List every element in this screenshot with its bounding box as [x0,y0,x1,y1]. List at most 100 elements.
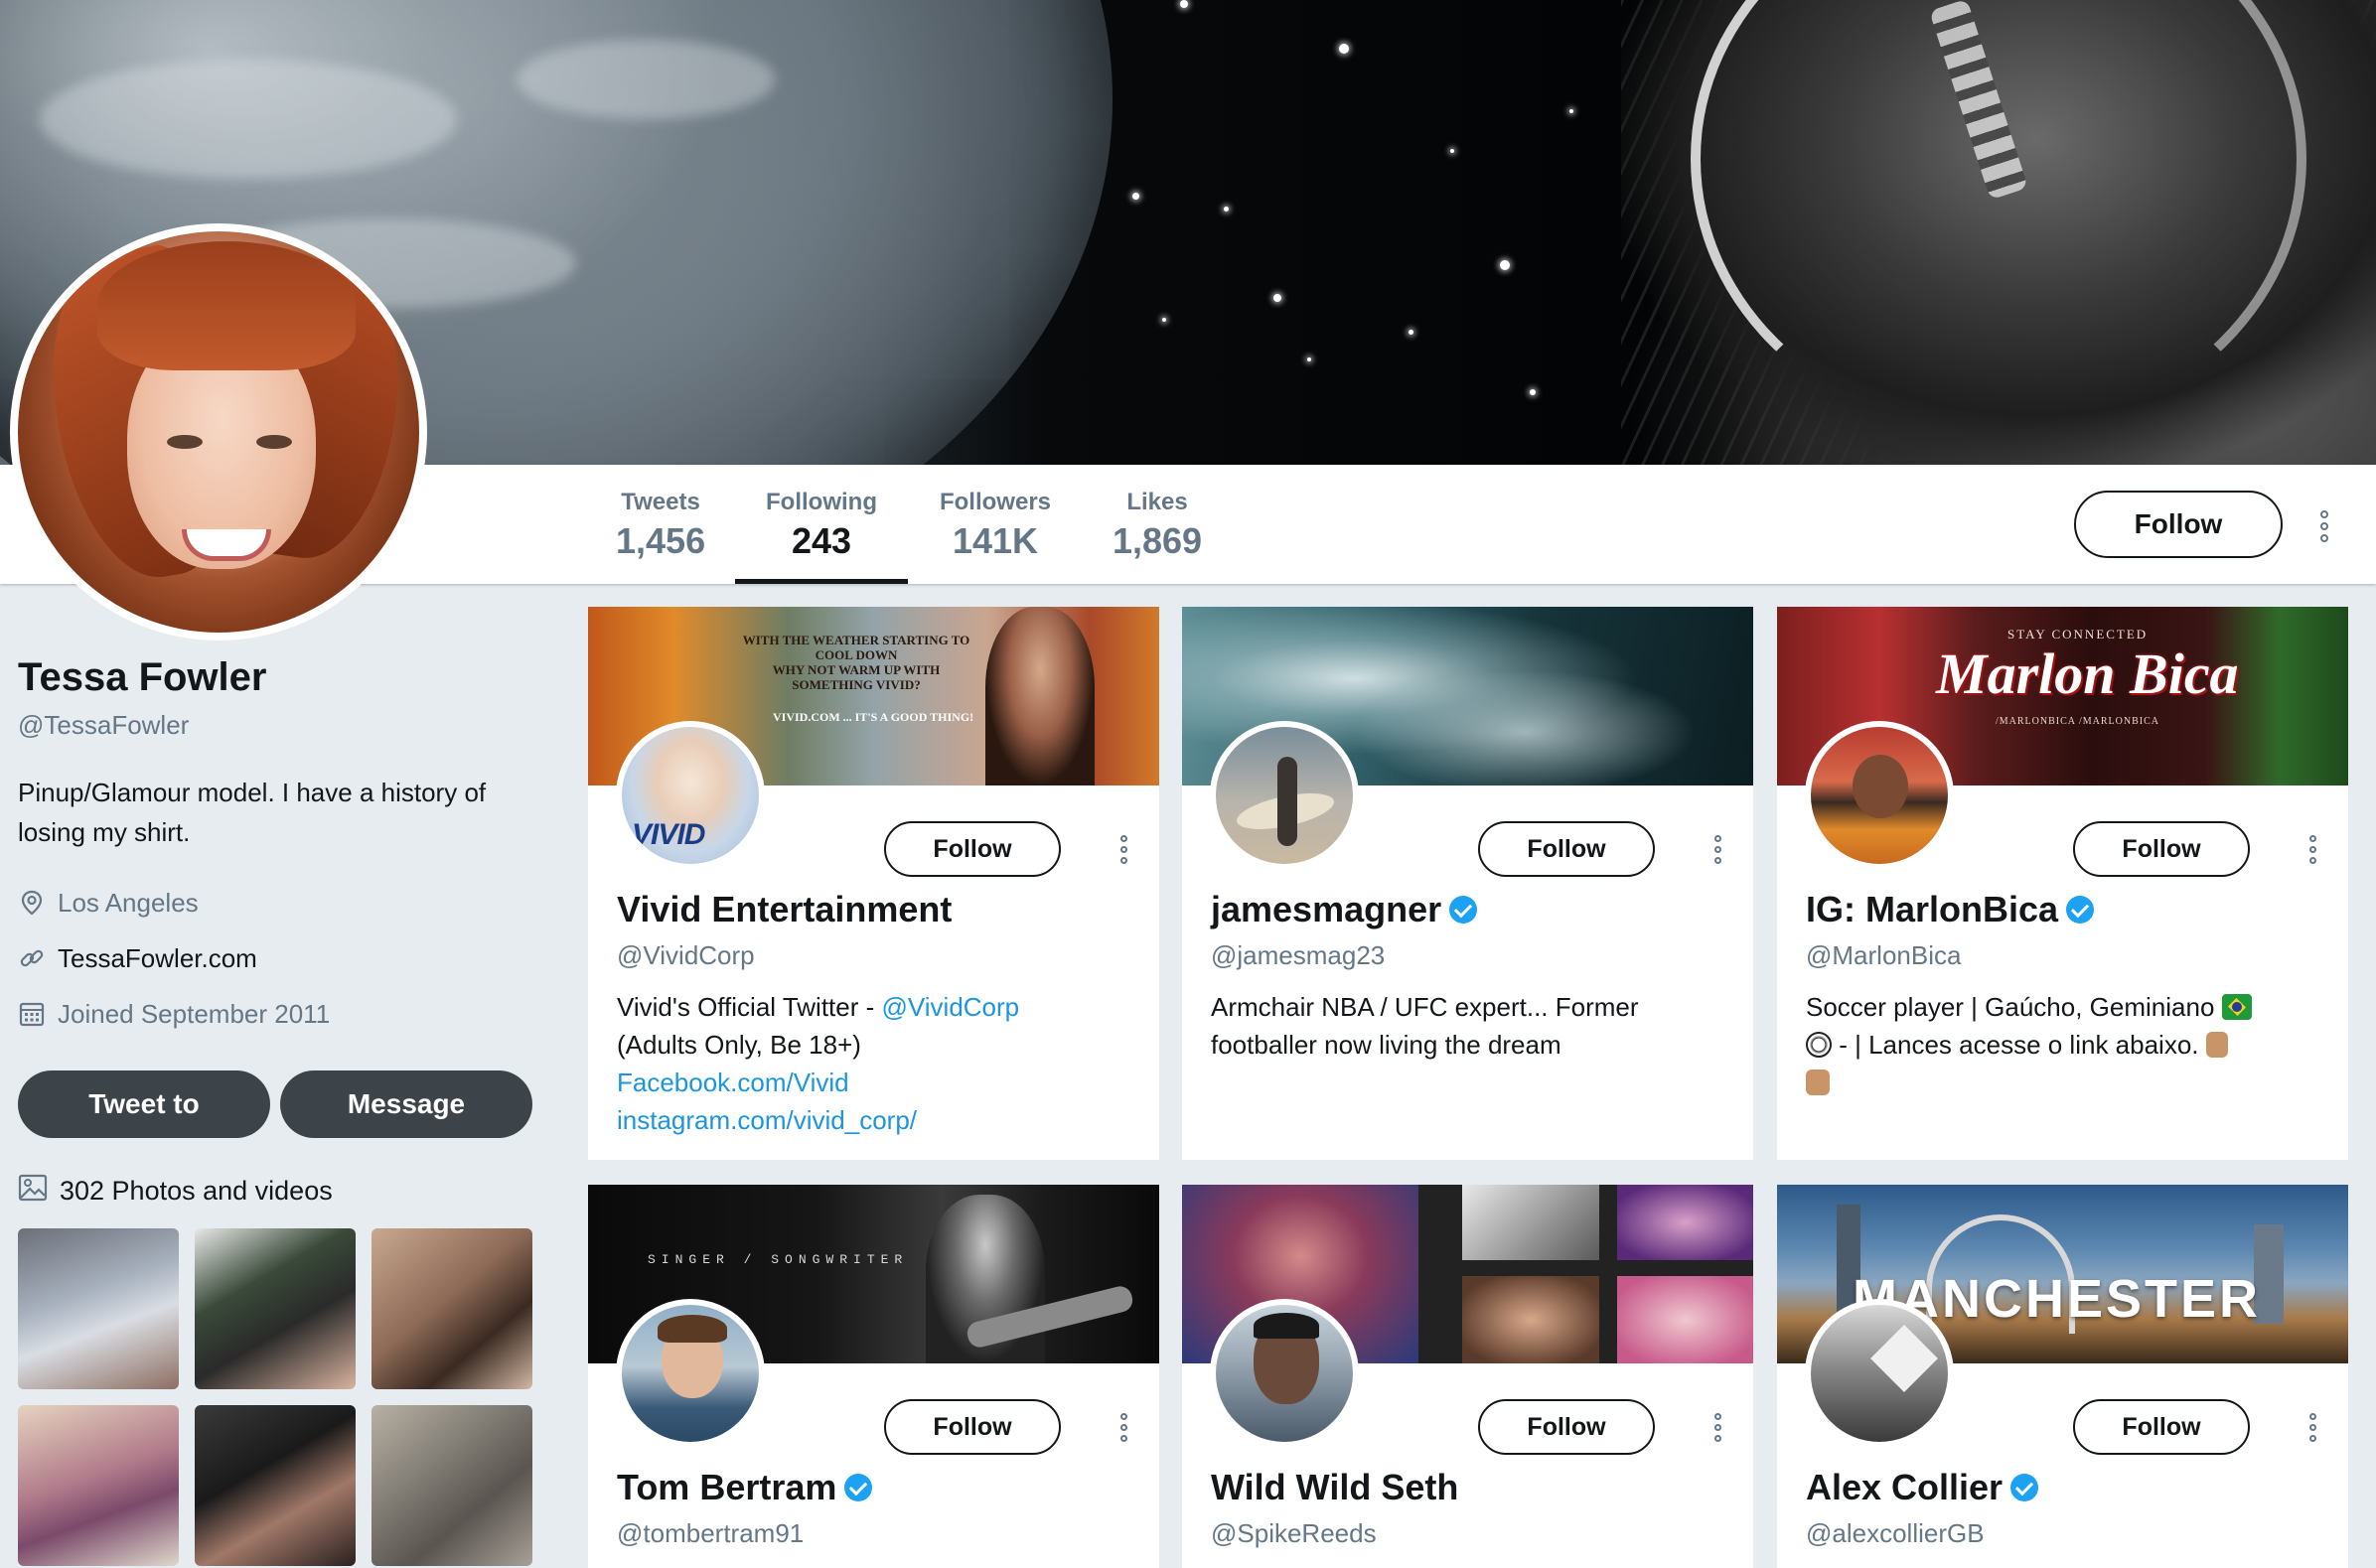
user-card-marlonbica[interactable]: STAY CONNECTED Marlon Bica /MARLONBICA /… [1777,607,2348,1160]
card-follow-button[interactable]: Follow [1478,821,1655,877]
verified-icon [2066,896,2095,924]
card-bio-mention[interactable]: @VividCorp [882,992,1020,1022]
more-icon[interactable] [2309,1413,2317,1442]
profile-name[interactable]: Tessa Fowler [18,655,554,700]
joined-text: Joined September 2011 [58,998,331,1029]
banner-star [1530,389,1536,395]
stat-value: 141K [952,520,1039,561]
card-bio: Soccer player | Gaúcho, Geminiano - | La… [1806,988,2322,1101]
photo-thumbnail[interactable] [195,1405,356,1566]
banner-text: SINGER / SONGWRITER [648,1252,909,1267]
banner-text: WHY NOT WARM UP WITH SOMETHING VIVID? [772,662,941,692]
follow-button[interactable]: Follow [2074,491,2283,558]
message-button[interactable]: Message [280,1070,532,1138]
profile-bio: Pinup/Glamour model. I have a history of… [18,778,487,847]
card-follow-button[interactable]: Follow [884,1399,1061,1455]
card-handle[interactable]: @alexcollierGB [1806,1518,1985,1549]
stat-label: Tweets [621,489,700,515]
photo-thumbnail[interactable] [18,1405,179,1566]
photo-grid [18,1228,554,1566]
user-card-spikereeds[interactable]: Follow Wild Wild Seth @SpikeReeds [1182,1185,1753,1568]
profile-avatar[interactable] [10,223,427,641]
card-bio-link[interactable]: instagram.com/vivid_corp/ [617,1105,917,1135]
banner-collage-tile [1462,1276,1599,1363]
photos-header[interactable]: 302 Photos and videos [18,1174,554,1209]
banner-star [1500,260,1510,270]
card-handle[interactable]: @MarlonBica [1806,940,1961,971]
more-icon[interactable] [1714,835,1722,864]
stat-following[interactable]: Following 243 [735,489,908,584]
card-name[interactable]: Wild Wild Seth [1211,1467,1458,1508]
website-link[interactable]: TessaFowler.com [58,943,257,974]
tweet-to-button[interactable]: Tweet to [18,1070,270,1138]
verified-icon [1449,896,1478,924]
card-name-text: IG: MarlonBica [1806,889,2059,929]
card-avatar[interactable] [616,1299,765,1448]
banner-star [1339,44,1349,54]
card-name[interactable]: Tom Bertram [617,1467,873,1508]
user-card-vividcorp[interactable]: WITH THE WEATHER STARTING TO COOL DOWN W… [588,607,1159,1160]
card-bio-text: Soccer player | Gaúcho, Geminiano [1806,992,2215,1022]
banner-star [1132,193,1139,200]
profile-website: TessaFowler.com [18,937,554,979]
more-icon[interactable] [1714,1413,1722,1442]
card-avatar[interactable] [1210,1299,1359,1448]
card-handle[interactable]: @tombertram91 [617,1518,804,1549]
user-card-jamesmag23[interactable]: Follow jamesmagner @jamesmag23 Armchair … [1182,607,1753,1160]
card-follow-button[interactable]: Follow [1478,1399,1655,1455]
stat-value: 243 [791,520,852,561]
banner-star [1450,149,1454,153]
card-name[interactable]: jamesmagner [1211,889,1478,930]
card-handle[interactable]: @jamesmag23 [1211,940,1385,971]
thumbs-up-icon [1806,1069,1830,1095]
banner-star [1162,318,1166,322]
avatar-hair [658,1315,727,1343]
photo-thumbnail[interactable] [18,1228,179,1389]
user-card-tombertram91[interactable]: SINGER / SONGWRITER Follow Tom Bertram @… [588,1185,1159,1568]
stat-label: Likes [1126,489,1188,515]
card-name[interactable]: Vivid Entertainment [617,889,952,930]
card-name-text: jamesmagner [1211,889,1442,929]
card-avatar[interactable]: VIVID [616,721,765,870]
more-icon[interactable] [1120,835,1128,864]
card-banner-headline: WITH THE WEATHER STARTING TO COOL DOWN W… [737,633,975,692]
card-name[interactable]: IG: MarlonBica [1806,889,2095,930]
card-follow-button[interactable]: Follow [2073,1399,2250,1455]
profile-location: Los Angeles [18,882,554,924]
photo-thumbnail[interactable] [195,1228,356,1389]
more-icon[interactable] [2309,835,2317,864]
stat-likes[interactable]: Likes 1,869 [1111,489,1204,584]
card-avatar[interactable] [1805,1299,1954,1448]
card-handle[interactable]: @SpikeReeds [1211,1518,1377,1549]
link-icon [18,944,46,972]
card-follow-button[interactable]: Follow [884,821,1061,877]
card-bio: Armchair NBA / UFC expert... Former foot… [1211,992,1639,1060]
banner-text: VIVID.COM ... IT'S A GOOD THING! [773,710,974,724]
profile-handle[interactable]: @TessaFowler [18,710,554,741]
card-name-text: Wild Wild Seth [1211,1467,1459,1507]
photo-thumbnail[interactable] [371,1405,532,1566]
card-handle[interactable]: @VividCorp [617,940,755,971]
card-follow-button[interactable]: Follow [2073,821,2250,877]
banner-star [1273,294,1281,302]
banner-star [1569,109,1573,113]
stat-tweets[interactable]: Tweets 1,456 [616,489,705,584]
stat-followers[interactable]: Followers 141K [934,489,1057,584]
profile-sidebar: Tessa Fowler @TessaFowler Pinup/Glamour … [18,655,554,1566]
photo-thumbnail[interactable] [371,1228,532,1389]
banner-star [1307,357,1311,361]
more-icon[interactable] [1120,1413,1128,1442]
card-avatar[interactable] [1805,721,1954,870]
card-name[interactable]: Alex Collier [1806,1467,2039,1508]
calendar-icon [18,1000,46,1028]
stat-label: Followers [939,489,1052,515]
avatar-eye [167,435,203,449]
avatar-hair [97,241,356,370]
card-avatar[interactable] [1210,721,1359,870]
avatar-beanie [1254,1313,1319,1339]
more-icon[interactable] [2320,510,2328,542]
location-text: Los Angeles [58,887,199,918]
card-avatar-image: VIVID [622,727,759,864]
card-bio-link[interactable]: Facebook.com/Vivid [617,1068,849,1097]
user-card-alexcolliergb[interactable]: MANCHESTER Follow Alex Collier @alexcoll… [1777,1185,2348,1568]
